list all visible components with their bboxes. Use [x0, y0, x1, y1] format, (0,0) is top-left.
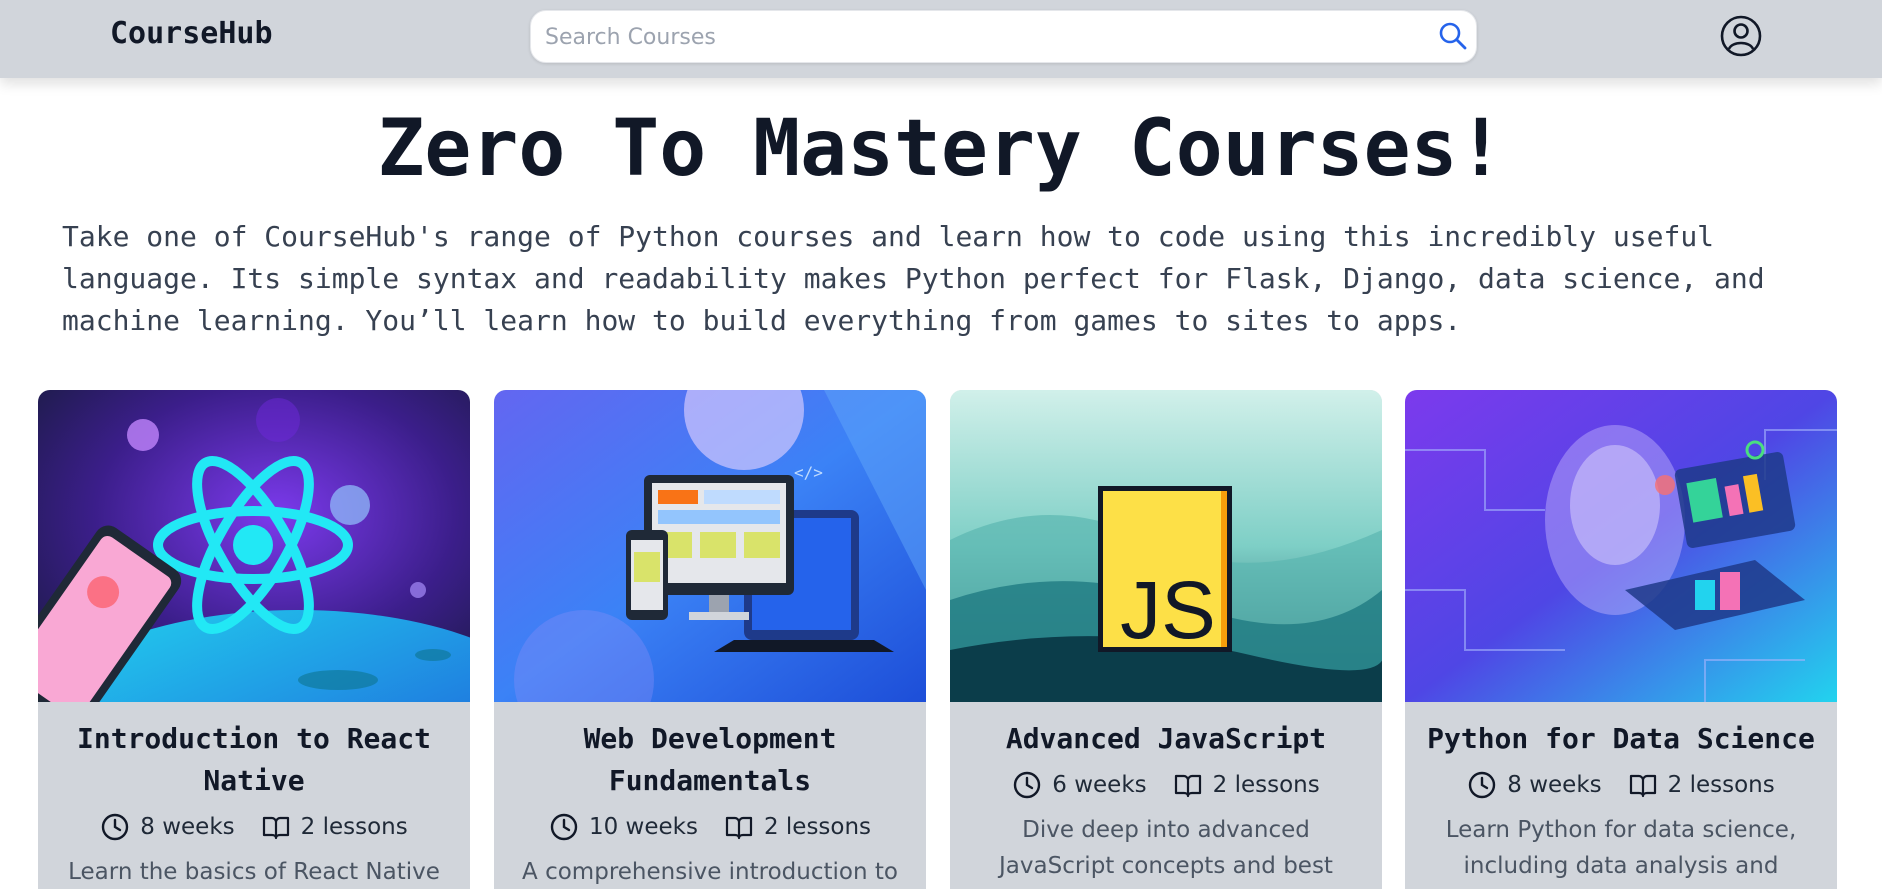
svg-text:</>: </>	[794, 463, 823, 482]
search-bar[interactable]	[530, 10, 1477, 63]
clock-icon	[1469, 771, 1496, 799]
course-lessons: 2 lessons	[1173, 770, 1320, 800]
course-duration-label: 10 weeks	[588, 814, 698, 840]
course-description: A comprehensive introduction to web	[522, 859, 898, 885]
course-lessons: 2 lessons	[261, 812, 408, 842]
course-duration-label: 8 weeks	[1507, 772, 1602, 798]
clock-icon	[1014, 771, 1041, 799]
course-duration: 8 weeks	[1467, 770, 1602, 800]
search-icon[interactable]	[1437, 20, 1469, 52]
book-icon	[725, 816, 753, 840]
book-icon	[262, 816, 289, 840]
brand-logo[interactable]: CourseHub	[110, 16, 273, 51]
course-card-react-native[interactable]: Introduction to React Native 8 weeks 2 l…	[38, 390, 470, 889]
course-image-webdev[interactable]: </>	[494, 390, 926, 702]
course-card-body: Python for Data Science 8 weeks 2 lesson…	[1405, 702, 1837, 884]
course-title[interactable]: Introduction to React Native	[50, 718, 458, 802]
course-card-web-development[interactable]: </> Web Development Fundamentals 10 week…	[494, 390, 926, 889]
top-navbar: CourseHub	[0, 0, 1882, 78]
course-meta: 6 weeks 2 lessons	[962, 768, 1370, 802]
course-duration: 8 weeks	[100, 812, 235, 842]
clock-icon	[550, 813, 578, 841]
course-lessons: 2 lessons	[1628, 770, 1775, 800]
course-lessons-label: 2 lessons	[300, 814, 408, 840]
course-meta: 10 weeks 2 lessons	[506, 810, 914, 844]
course-image-python[interactable]	[1405, 390, 1837, 702]
book-icon	[1629, 774, 1656, 798]
search-input[interactable]	[545, 19, 1405, 55]
course-lessons-label: 2 lessons	[1212, 772, 1320, 798]
course-duration: 6 weeks	[1012, 770, 1147, 800]
course-card-body: Introduction to React Native 8 weeks 2 l…	[38, 702, 470, 889]
course-card-advanced-javascript[interactable]: JS Advanced JavaScript 6 weeks 2 lessons…	[950, 390, 1382, 889]
hero-description: Take one of CourseHub's range of Python …	[62, 220, 1765, 337]
course-description: Dive deep into advanced JavaScript conce…	[999, 817, 1333, 879]
course-meta: 8 weeks 2 lessons	[1417, 768, 1825, 802]
course-description: Learn the basics of React Native	[68, 859, 440, 885]
user-circle-icon[interactable]	[1720, 15, 1762, 57]
course-lessons-label: 2 lessons	[763, 814, 872, 840]
course-image-react[interactable]	[38, 390, 470, 702]
course-meta: 8 weeks 2 lessons	[50, 810, 458, 844]
course-description: Learn Python for data science, including…	[1445, 817, 1797, 879]
course-duration-label: 6 weeks	[1052, 772, 1147, 798]
course-image-javascript[interactable]: JS	[950, 390, 1382, 702]
course-card-body: Advanced JavaScript 6 weeks 2 lessons Di…	[950, 702, 1382, 889]
svg-text:JS: JS	[1120, 565, 1216, 656]
course-lessons-label: 2 lessons	[1667, 772, 1775, 798]
page-title: Zero To Mastery Courses!	[377, 104, 1505, 194]
course-title[interactable]: Python for Data Science	[1417, 718, 1825, 760]
course-duration-label: 8 weeks	[140, 814, 235, 840]
course-duration: 10 weeks	[549, 812, 698, 842]
course-card-body: Web Development Fundamentals 10 weeks 2 …	[494, 702, 926, 889]
course-lessons: 2 lessons	[724, 812, 871, 842]
course-title[interactable]: Web Development Fundamentals	[506, 718, 914, 802]
clock-icon	[102, 813, 129, 841]
course-card-python-data-science[interactable]: Python for Data Science 8 weeks 2 lesson…	[1405, 390, 1837, 889]
course-title[interactable]: Advanced JavaScript	[962, 718, 1370, 760]
book-icon	[1174, 774, 1201, 798]
